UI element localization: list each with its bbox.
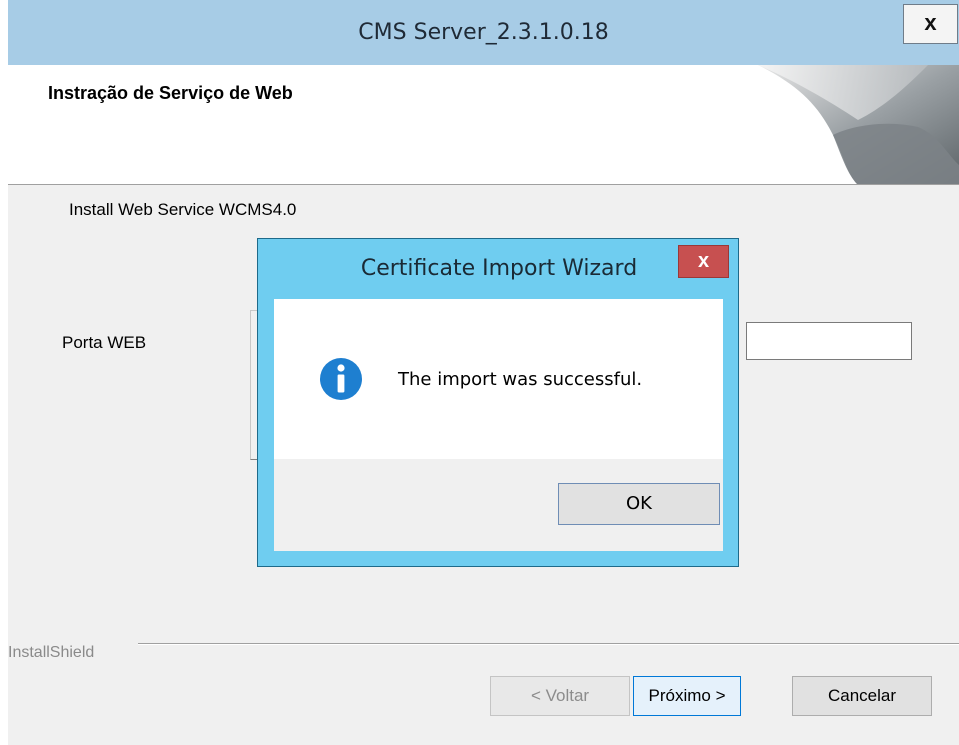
dialog-content: The import was successful. OK <box>274 299 723 551</box>
dialog-title[interactable]: Certificate Import Wizard <box>258 239 740 299</box>
dialog-close-button[interactable]: x <box>678 245 729 278</box>
window-close-button[interactable]: x <box>903 4 958 44</box>
port-input[interactable] <box>746 322 912 360</box>
info-icon <box>320 358 362 400</box>
dialog-message: The import was successful. <box>398 369 643 390</box>
next-button[interactable]: Próximo > <box>633 676 741 716</box>
window-title: CMS Server_2.3.1.0.18 <box>358 20 609 45</box>
page-heading: Instração de Serviço de Web <box>48 83 293 103</box>
header-panel: Instração de Serviço de Web <box>8 65 959 185</box>
cancel-button[interactable]: Cancelar <box>792 676 932 716</box>
dialog-message-area: The import was successful. <box>274 299 723 459</box>
back-button[interactable]: < Voltar <box>490 676 630 716</box>
certificate-import-dialog: Certificate Import Wizard x The import w… <box>257 238 739 567</box>
ok-button[interactable]: OK <box>558 483 720 525</box>
page-curl-graphic <box>758 65 959 184</box>
footer-divider <box>138 643 959 645</box>
installshield-brand: InstallShield <box>8 644 101 662</box>
window-titlebar[interactable]: CMS Server_2.3.1.0.18 x <box>8 0 959 65</box>
port-label: Porta WEB <box>62 333 147 352</box>
description-text: Install Web Service WCMS4.0 <box>69 200 297 219</box>
